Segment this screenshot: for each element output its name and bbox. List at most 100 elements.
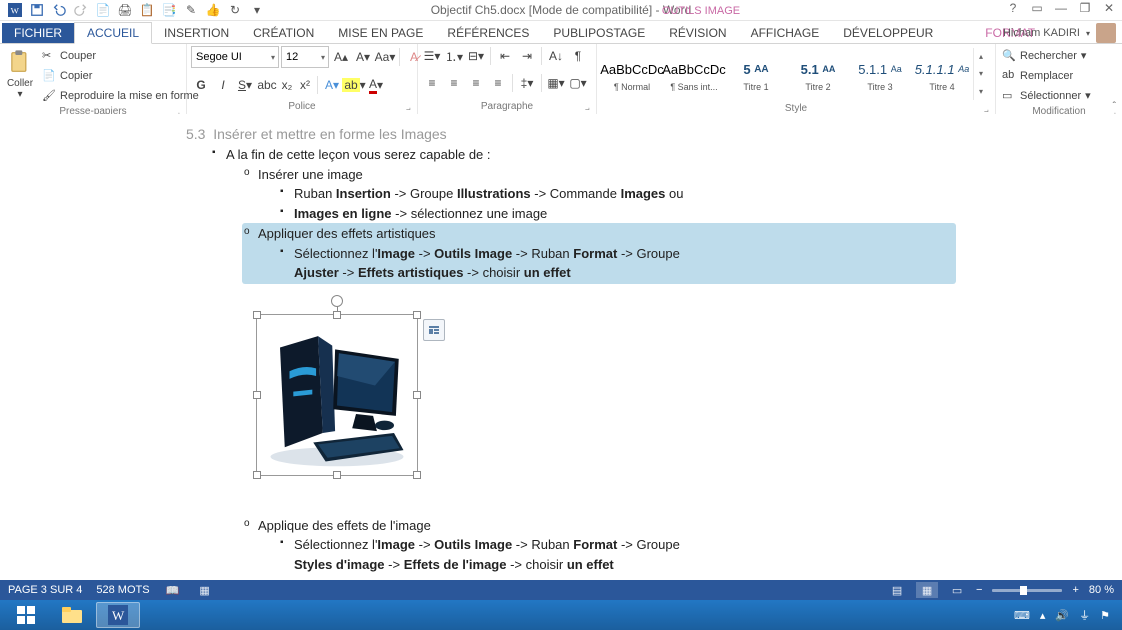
tab-references[interactable]: RÉFÉRENCES: [435, 23, 541, 43]
restore-icon[interactable]: ❐: [1076, 0, 1094, 16]
view-read-icon[interactable]: ▤: [888, 582, 906, 598]
qat-new-icon[interactable]: 📄: [94, 1, 112, 19]
show-marks-icon[interactable]: ¶: [568, 46, 588, 66]
tab-home[interactable]: ACCUEIL: [74, 22, 152, 44]
highlight-icon[interactable]: ab▾: [344, 75, 364, 95]
cut-button[interactable]: ✂Couper: [40, 46, 201, 65]
underline-icon[interactable]: S▾: [235, 75, 255, 95]
ribbon-display-options-icon[interactable]: ▭: [1028, 0, 1046, 16]
style-titre1[interactable]: 5 AATitre 1: [725, 46, 787, 102]
zoom-in-button[interactable]: +: [1072, 584, 1078, 596]
status-words[interactable]: 528 MOTS: [96, 584, 149, 596]
taskbar-word[interactable]: W: [96, 602, 140, 628]
view-web-icon[interactable]: ▭: [948, 582, 966, 598]
status-page[interactable]: PAGE 3 SUR 4: [8, 584, 82, 596]
close-icon[interactable]: ✕: [1100, 0, 1118, 16]
bullets-icon[interactable]: ☰▾: [422, 46, 442, 66]
qat-more-icon[interactable]: ▾: [248, 1, 266, 19]
resize-handle[interactable]: [333, 471, 341, 479]
tray-flag-icon[interactable]: ⚑: [1100, 609, 1110, 622]
tab-review[interactable]: RÉVISION: [657, 23, 738, 43]
font-name-combo[interactable]: Segoe UI: [191, 46, 279, 68]
zoom-slider[interactable]: [992, 589, 1062, 592]
resize-handle[interactable]: [253, 471, 261, 479]
minimize-icon[interactable]: —: [1052, 0, 1070, 16]
shading-icon[interactable]: ▦▾: [546, 73, 566, 93]
copy-button[interactable]: 📄Copier: [40, 66, 201, 85]
subscript-icon[interactable]: x₂: [279, 75, 295, 95]
tab-file[interactable]: FICHIER: [2, 23, 74, 43]
format-painter-button[interactable]: 🖌Reproduire la mise en forme: [40, 86, 201, 105]
word-app-icon[interactable]: W: [6, 1, 24, 19]
qat-print-icon[interactable]: 🖨: [116, 1, 134, 19]
style-titre4[interactable]: 5.1.1.1 AaTitre 4: [911, 46, 973, 102]
tab-layout[interactable]: MISE EN PAGE: [326, 23, 435, 43]
selected-image[interactable]: [256, 314, 418, 476]
resize-handle[interactable]: [333, 311, 341, 319]
zoom-thumb[interactable]: [1020, 586, 1027, 595]
tab-mailings[interactable]: PUBLIPOSTAGE: [541, 23, 657, 43]
tab-developer[interactable]: DÉVELOPPEUR: [831, 23, 945, 43]
justify-icon[interactable]: ≡: [488, 73, 508, 93]
paste-button[interactable]: Coller▾: [4, 46, 36, 102]
shrink-font-icon[interactable]: A▾: [353, 47, 373, 67]
superscript-icon[interactable]: x²: [297, 75, 313, 95]
save-icon[interactable]: [28, 1, 46, 19]
document-area[interactable]: 5.3 Insérer et mettre en forme les Image…: [0, 114, 1122, 600]
tray-volume-icon[interactable]: 🔊: [1055, 609, 1069, 622]
view-print-icon[interactable]: ▦: [916, 582, 938, 598]
tray-network-icon[interactable]: ⏚: [1079, 607, 1090, 623]
decrease-indent-icon[interactable]: ⇤: [495, 46, 515, 66]
qat-copy-icon[interactable]: 📋: [138, 1, 156, 19]
line-spacing-icon[interactable]: ‡▾: [517, 73, 537, 93]
system-tray[interactable]: ⌨ ▴ 🔊 ⏚ ⚑: [1014, 607, 1118, 623]
replace-button[interactable]: abRemplacer: [1000, 66, 1093, 85]
change-case-icon[interactable]: Aa▾: [375, 47, 395, 67]
taskbar-explorer[interactable]: [50, 602, 94, 628]
resize-handle[interactable]: [413, 311, 421, 319]
align-center-icon[interactable]: ≡: [444, 73, 464, 93]
qat-paste-icon[interactable]: 📑: [160, 1, 178, 19]
style-titre2[interactable]: 5.1 AATitre 2: [787, 46, 849, 102]
resize-handle[interactable]: [253, 391, 261, 399]
zoom-out-button[interactable]: −: [976, 584, 982, 596]
redo-icon[interactable]: [72, 1, 90, 19]
undo-icon[interactable]: [50, 1, 68, 19]
tab-view[interactable]: AFFICHAGE: [739, 23, 832, 43]
borders-icon[interactable]: ▢▾: [568, 73, 588, 93]
resize-handle[interactable]: [253, 311, 261, 319]
align-right-icon[interactable]: ≡: [466, 73, 486, 93]
rotate-handle[interactable]: [331, 295, 343, 307]
increase-indent-icon[interactable]: ⇥: [517, 46, 537, 66]
font-color-icon[interactable]: A▾: [366, 75, 386, 95]
collapse-ribbon-icon[interactable]: ˆ: [1113, 101, 1116, 112]
style-titre3[interactable]: 5.1.1 AaTitre 3: [849, 46, 911, 102]
style-normal[interactable]: AaBbCcDc¶ Normal: [601, 46, 663, 102]
sort-icon[interactable]: A↓: [546, 46, 566, 66]
zoom-level[interactable]: 80 %: [1089, 584, 1114, 596]
italic-icon[interactable]: I: [213, 75, 233, 95]
strikethrough-icon[interactable]: abc: [257, 75, 277, 95]
style-no-spacing[interactable]: AaBbCcDc¶ Sans int...: [663, 46, 725, 102]
align-left-icon[interactable]: ≡: [422, 73, 442, 93]
resize-handle[interactable]: [413, 391, 421, 399]
multilevel-icon[interactable]: ⊟▾: [466, 46, 486, 66]
select-button[interactable]: ▭Sélectionner ▾: [1000, 86, 1093, 105]
styles-gallery[interactable]: AaBbCcDc¶ Normal AaBbCcDc¶ Sans int... 5…: [601, 46, 988, 102]
help-icon[interactable]: ?: [1004, 0, 1022, 16]
font-size-combo[interactable]: 12: [281, 46, 329, 68]
layout-options-button[interactable]: [423, 319, 445, 341]
styles-gallery-more[interactable]: ▴▾▾: [973, 48, 988, 100]
tray-keyboard-icon[interactable]: ⌨: [1014, 609, 1030, 622]
grow-font-icon[interactable]: A▴: [331, 47, 351, 67]
qat-icon-5[interactable]: ✎: [182, 1, 200, 19]
text-effects-icon[interactable]: A▾: [322, 75, 342, 95]
status-proofing-icon[interactable]: 📖: [164, 582, 182, 598]
tab-design[interactable]: CRÉATION: [241, 23, 326, 43]
qat-icon-6[interactable]: 👍: [204, 1, 222, 19]
find-button[interactable]: 🔍Rechercher ▾: [1000, 46, 1093, 65]
resize-handle[interactable]: [413, 471, 421, 479]
tray-chevron-icon[interactable]: ▴: [1040, 609, 1046, 622]
user-account[interactable]: Hicham KADIRI▾: [1003, 23, 1116, 43]
qat-icon-7[interactable]: ↻: [226, 1, 244, 19]
